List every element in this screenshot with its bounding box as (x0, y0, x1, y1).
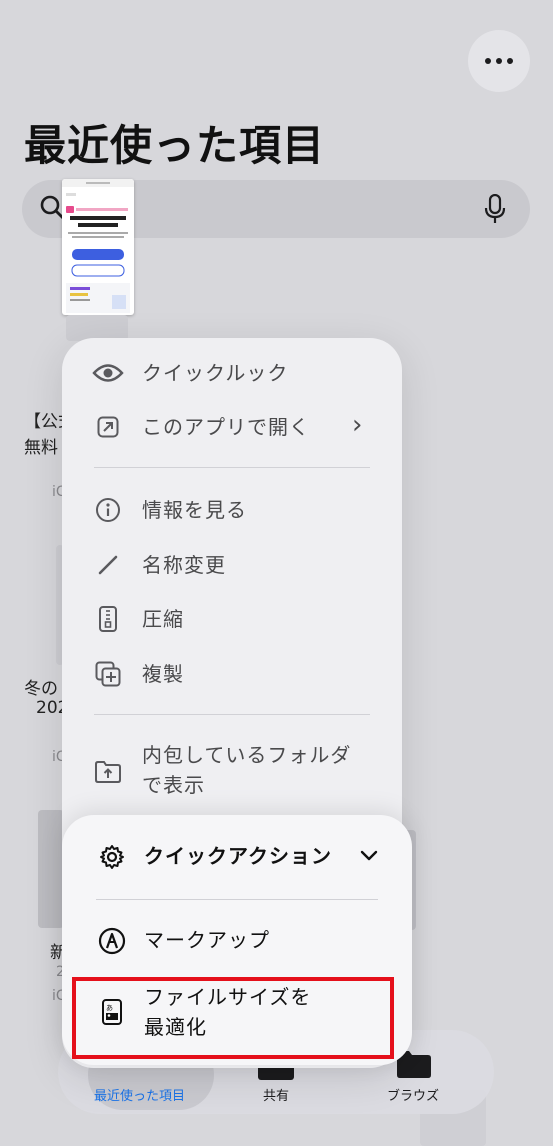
zip-icon (92, 603, 124, 635)
divider (94, 714, 370, 715)
menu-item-duplicate[interactable]: 複製 (62, 657, 402, 691)
menu-item-label: 内包しているフォルダ (142, 743, 352, 767)
menu-item-label: で表示 (142, 773, 205, 797)
open-in-app-icon (92, 411, 124, 443)
folder-upload-icon (92, 756, 124, 788)
chevron-right-icon: › (352, 410, 363, 440)
tab-label: 共有 (263, 1089, 290, 1104)
file-name: 無料 (24, 438, 58, 458)
menu-item-get-info[interactable]: 情報を見る (62, 493, 402, 527)
eye-icon (92, 357, 124, 389)
menu-item-label: 複製 (142, 662, 184, 686)
chevron-down-icon (360, 850, 378, 861)
ellipsis-icon (485, 58, 513, 64)
quick-action-markup[interactable]: マークアップ (62, 925, 412, 959)
menu-item-open-in-app[interactable]: このアプリで開く › (62, 410, 402, 444)
file-thumbnail (38, 810, 64, 928)
tab-label: ブラウズ (387, 1089, 440, 1104)
file-name: 冬の (24, 679, 58, 699)
menu-item-label: 名称変更 (142, 553, 226, 577)
menu-item-show-in-enclosing-folder[interactable]: 内包しているフォルダ で表示 (62, 740, 402, 804)
tab-label: 最近使った項目 (94, 1089, 186, 1104)
menu-item-quick-look[interactable]: クイックルック (62, 356, 402, 390)
document-thumbnail[interactable] (62, 179, 134, 315)
more-button[interactable] (468, 30, 530, 92)
menu-item-label: クイックルック (142, 361, 289, 385)
highlight-box (72, 977, 394, 1059)
menu-item-label: 圧縮 (142, 607, 184, 631)
divider (96, 899, 378, 900)
info-icon (92, 494, 124, 526)
menu-item-compress[interactable]: 圧縮 (62, 602, 402, 636)
markup-icon (96, 925, 128, 957)
menu-item-label: 情報を見る (142, 498, 247, 522)
quick-actions-title: クイックアクション (144, 844, 332, 868)
quick-actions-header[interactable]: クイックアクション (62, 841, 412, 875)
gear-icon (96, 841, 128, 873)
microphone-icon[interactable] (484, 194, 506, 224)
menu-item-rename[interactable]: 名称変更 (62, 548, 402, 582)
duplicate-icon (92, 658, 124, 690)
menu-item-label: このアプリで開く (142, 415, 310, 439)
pencil-icon (92, 549, 124, 581)
divider (94, 467, 370, 468)
page-title: 最近使った項目 (24, 121, 326, 170)
quick-action-label: マークアップ (144, 928, 270, 952)
